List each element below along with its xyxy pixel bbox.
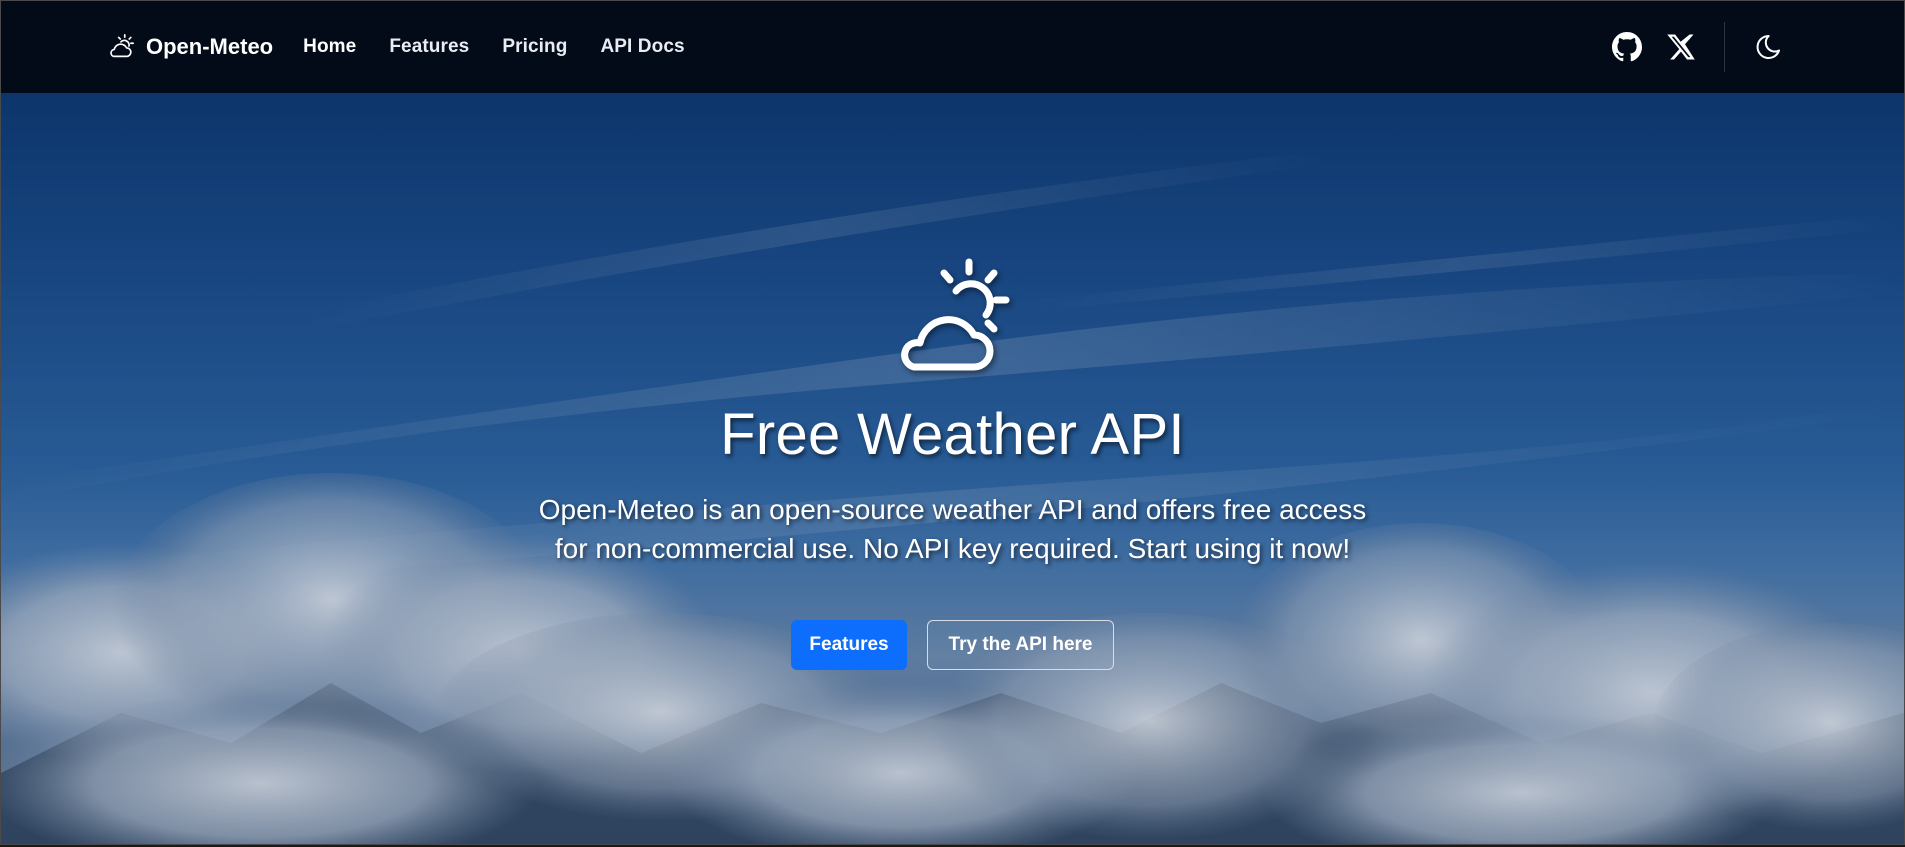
try-api-button[interactable]: Try the API here [927,620,1114,670]
hero-title: Free Weather API [720,402,1185,467]
navbar: Open-Meteo Home Features Pricing API Doc… [1,1,1904,93]
x-twitter-link[interactable] [1665,31,1697,63]
github-link[interactable] [1611,31,1643,63]
hero-lead: Open-Meteo is an open-source weather API… [523,490,1383,568]
features-button[interactable]: Features [791,620,907,670]
theme-toggle-button[interactable] [1752,31,1784,63]
nav-link-home[interactable]: Home [303,36,356,58]
hero-section: Free Weather API Open-Meteo is an open-s… [1,93,1904,844]
moon-icon [1756,34,1780,59]
nav-link-pricing[interactable]: Pricing [502,36,567,58]
brand-link[interactable]: Open-Meteo [106,32,273,62]
cloud-sun-logo-icon [110,33,135,58]
github-icon [1612,32,1642,62]
browser-viewport: Open-Meteo Home Features Pricing API Doc… [0,0,1905,845]
hero-lead-line-1: Open-Meteo is an open-source weather API… [538,494,1367,525]
nav-right-actions [1611,1,1784,93]
cloud-sun-icon [900,258,1009,371]
nav-link-api-docs[interactable]: API Docs [600,36,684,58]
hero-buttons: Features Try the API here [791,620,1114,670]
x-icon [1667,34,1695,60]
hero-content: Free Weather API Open-Meteo is an open-s… [1,93,1904,844]
hero-lead-line-2: for non-commercial use. No API key requi… [554,533,1351,564]
nav-links: Home Features Pricing API Docs [303,36,718,58]
nav-divider [1724,22,1725,72]
brand-name: Open-Meteo [146,34,274,59]
nav-link-features[interactable]: Features [389,36,469,58]
